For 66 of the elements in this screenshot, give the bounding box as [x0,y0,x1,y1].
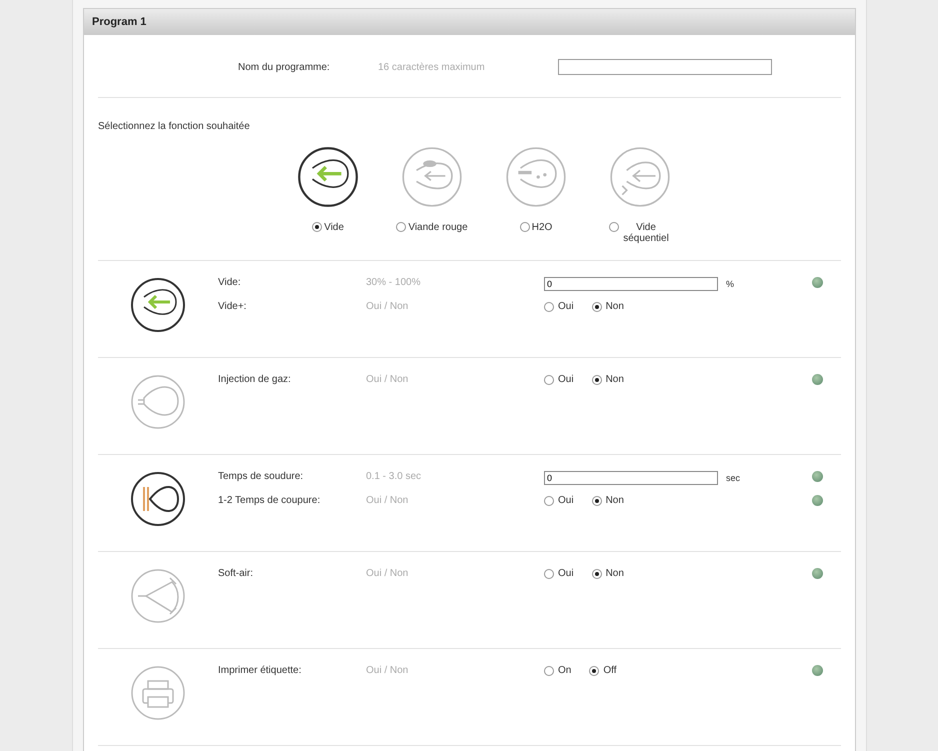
bag-icon [505,146,567,208]
radio-label: Non [606,495,624,506]
range-hint: Oui / Non [366,568,410,579]
radio-label: Oui [558,495,574,506]
setting-label: Injection de gaz: [218,374,292,385]
help-icon[interactable] [812,568,823,579]
help-icon[interactable] [812,495,823,506]
option-label: H2O [532,222,552,233]
radio-label: Off [603,665,616,676]
setting-label: Imprimer étiquette: [218,665,302,676]
setting-label: 1-2 Temps de coupure: [218,495,322,506]
help-icon[interactable] [812,374,823,385]
radio-button[interactable] [592,374,602,384]
option-label: Viande rouge [408,222,468,233]
radio-button[interactable] [520,222,530,232]
range-hint: Oui / Non [366,301,410,312]
radio-button[interactable] [592,496,602,506]
bag-icon [130,568,186,624]
radio-label: Non [606,374,624,385]
range-hint: 0.1 - 3.0 sec [366,471,422,482]
range-hint: 30% - 100% [366,277,422,288]
bag-icon [609,146,671,208]
setting-label: Soft-air: [218,568,254,579]
radio-button[interactable] [592,568,602,578]
radio-button[interactable] [544,374,554,384]
radio-label: Oui [558,568,574,579]
option-label: Vide séquentiel [622,222,670,244]
bag-icon [401,146,463,208]
name-field[interactable] [558,59,772,75]
bag-icon [130,471,186,527]
unit-label: % [726,279,734,289]
field-hint: 16 caractères maximum [378,62,486,72]
bag-icon [130,374,186,430]
help-icon[interactable] [812,471,823,482]
value-field[interactable]: 0 [544,277,718,291]
setting-label: Vide+: [218,301,248,312]
radio-button[interactable] [544,568,554,578]
radio-label: Non [606,568,624,579]
radio-button[interactable] [609,222,619,232]
range-hint: Oui / Non [366,495,410,506]
radio-button[interactable] [592,302,602,312]
radio-button[interactable] [396,222,406,232]
radio-label: Oui [558,301,574,312]
help-icon[interactable] [812,277,823,288]
panel-title: Program 1 [92,16,146,28]
setting-label: Temps de soudure: [218,471,304,482]
radio-button[interactable] [544,302,554,312]
range-hint: Oui / Non [366,374,410,385]
range-hint: Oui / Non [366,665,410,676]
setting-label: Vide: [218,277,242,288]
radio-button[interactable] [544,496,554,506]
field-label: Nom du programme: [238,62,331,72]
radio-label: Non [606,301,624,312]
radio-button[interactable] [589,666,600,676]
option-label: Vide [324,222,344,233]
bag-icon [130,277,186,333]
radio-button[interactable] [312,222,322,232]
bag-icon [297,146,359,208]
value-field[interactable]: 0 [544,471,718,485]
printer-icon [130,665,186,721]
radio-button[interactable] [544,666,554,676]
unit-label: sec [726,473,740,483]
section-label: Sélectionnez la fonction souhaitée [98,121,250,132]
radio-label: Oui [558,374,574,385]
help-icon[interactable] [812,665,823,676]
radio-label: On [558,665,572,676]
